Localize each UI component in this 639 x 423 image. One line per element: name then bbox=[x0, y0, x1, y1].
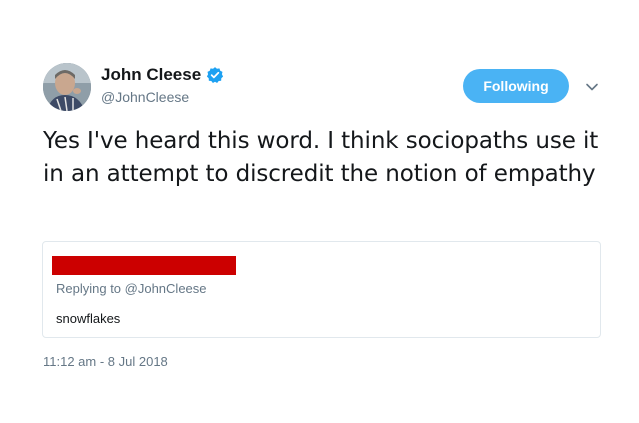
display-name[interactable]: John Cleese bbox=[101, 64, 201, 86]
quoted-tweet-card[interactable]: Replying to @JohnCleese snowflakes bbox=[42, 241, 601, 338]
following-button[interactable]: Following bbox=[463, 69, 569, 103]
quoted-tweet-text: snowflakes bbox=[56, 311, 121, 326]
tweet: John Cleese @JohnCleese Following Yes I'… bbox=[0, 0, 639, 423]
replying-to-label: Replying to @JohnCleese bbox=[56, 281, 207, 296]
user-info[interactable]: John Cleese @JohnCleese bbox=[101, 64, 224, 106]
redaction-bar bbox=[52, 256, 236, 275]
verified-badge-icon bbox=[206, 66, 224, 84]
profile-photo-icon bbox=[43, 63, 91, 111]
handle[interactable]: @JohnCleese bbox=[101, 88, 224, 106]
timestamp-link[interactable]: 11:12 am - 8 Jul 2018 bbox=[43, 354, 168, 370]
chevron-down-icon[interactable] bbox=[584, 79, 600, 95]
avatar[interactable] bbox=[43, 63, 91, 111]
display-name-row: John Cleese bbox=[101, 64, 224, 86]
tweet-text: Yes I've heard this word. I think sociop… bbox=[43, 128, 599, 187]
